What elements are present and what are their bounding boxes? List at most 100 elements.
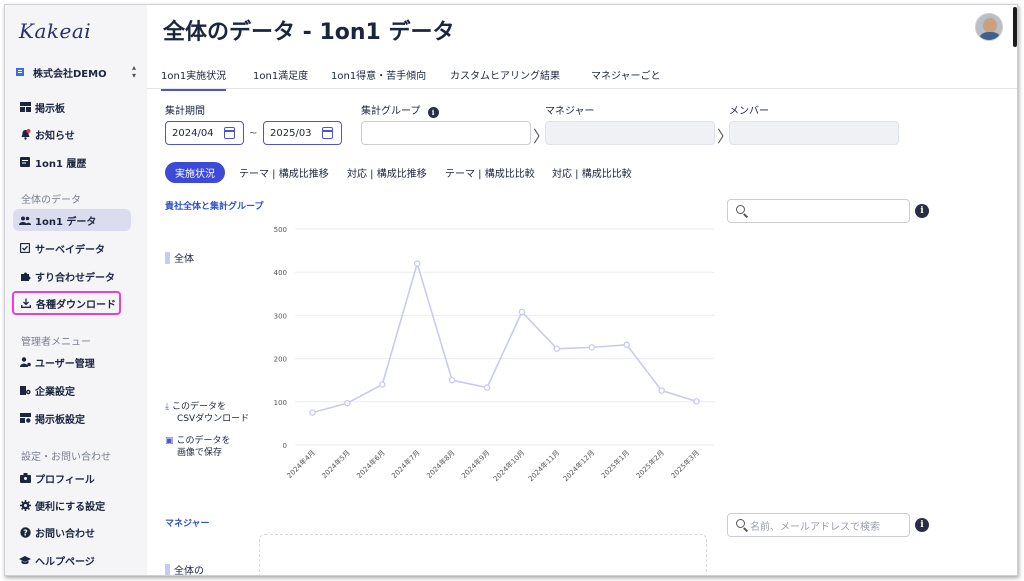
legend-label: 全体 [174,254,194,265]
tab-implementation[interactable]: 1on1実施状況 [161,67,227,91]
section-label-data: 全体のデータ [21,195,81,206]
history-icon [19,156,31,168]
member-select[interactable] [729,121,899,145]
x-tick-label: 2024年9月 [459,448,491,480]
logo: Kakeai [19,19,92,43]
sidebar-item-label: 掲示板 [35,103,65,115]
sidebar-item-label: サーベイデータ [35,244,105,256]
x-tick-label: 2025年3月 [669,448,701,480]
sidebar-item-help[interactable]: ヘルプページ [13,549,131,571]
chart-legend[interactable]: 全体 [165,250,194,265]
updown-icon: ▴ ▾ [131,63,136,80]
manager-select[interactable] [545,121,715,145]
data-point [413,260,421,267]
data-point [379,381,386,388]
sidebar-item-contact[interactable]: ? お問い合わせ [13,521,131,543]
sidebar-item-survey[interactable]: サーベイデータ [13,237,131,259]
info-icon[interactable]: i [427,107,439,118]
gear-icon [19,499,31,511]
board-icon [19,101,31,113]
chart-search-input[interactable] [727,199,910,223]
end-date-value: 2025/03 [270,127,312,139]
sidebar-item-notice[interactable]: お知らせ [13,123,131,145]
calendar-icon [322,127,333,139]
x-tick-label: 2024年5月 [320,448,352,480]
profile-icon [19,472,31,484]
page-title: 全体のデータ - 1on1 データ [163,20,455,45]
app-window: Kakeai 株式会社DEMO ▴ ▾ 掲示板 お知らせ 1on1 履歴 全体のデ… [4,4,1018,576]
period-label: 集計期間 [165,106,205,117]
info-icon[interactable]: i [915,204,929,218]
data-point [693,398,700,405]
sidebar-item-label: 各種ダウンロード [36,299,116,311]
sidebar-item-label: すり合わせデータ [35,272,115,284]
manager-search-input[interactable]: 名前、メールアドレスで検索 [727,513,910,537]
pill-theme-trend[interactable]: テーマ | 構成比推移 [239,162,329,183]
company-switcher[interactable]: 株式会社DEMO ▴ ▾ [15,64,140,80]
sidebar-item-user-manage[interactable]: ユーザー管理 [13,351,131,373]
start-date-input[interactable]: 2024/04 [165,121,244,145]
sidebar-item-label: 1on1 履歴 [35,158,87,170]
sidebar-item-label: 便利にする設定 [35,501,106,513]
sidebar-item-label: お知らせ [35,130,75,142]
pill-theme-compare[interactable]: テーマ | 構成比比較 [445,162,535,183]
tab-custom-hearing[interactable]: カスタムヒアリング結果 [450,67,560,82]
sidebar-item-board-settings[interactable]: 掲示板設定 [13,407,131,429]
sidebar-item-company-settings[interactable]: 企業設定 [13,379,131,401]
manager-label: マネジャー [545,106,595,117]
avatar[interactable] [975,13,1003,41]
board-settings-icon [19,412,31,424]
data-point [344,399,351,407]
svg-text:?: ? [23,528,28,537]
y-tick-label: 500 [274,226,287,234]
building-icon [16,68,24,76]
sidebar: Kakeai 株式会社DEMO ▴ ▾ 掲示板 お知らせ 1on1 履歴 全体のデ… [5,5,147,575]
bell-icon [19,128,31,140]
data-point [518,308,526,316]
x-tick-label: 2025年2月 [634,448,666,480]
tab-by-manager[interactable]: マネジャーごと [591,67,661,82]
sidebar-item-alignment[interactable]: すり合わせデータ [13,265,131,287]
tab-satisfaction[interactable]: 1on1満足度 [253,67,308,82]
x-tick-label: 2024年7月 [390,448,422,480]
tab-tendency[interactable]: 1on1得意・苦手傾向 [331,67,426,82]
manager-legend[interactable]: 全体の [165,562,204,575]
sidebar-item-label: ヘルプページ [35,556,95,568]
y-tick-label: 400 [274,269,287,277]
manager-chart-area [259,534,707,575]
download-icon: ⤓ [165,402,169,412]
company-name: 株式会社DEMO [33,68,107,80]
chart-title: 貴社全体と集計グループ [165,202,264,212]
sidebar-item-history[interactable]: 1on1 履歴 [13,151,131,173]
checkbox-icon [19,242,31,254]
sidebar-item-label: 掲示板設定 [35,414,85,426]
sidebar-item-label: お問い合わせ [35,528,95,540]
y-tick-label: 200 [274,356,287,364]
pill-implementation[interactable]: 実施状況 [165,162,225,183]
manager-section-title: マネジャー [165,519,210,529]
sidebar-item-preferences[interactable]: 便利にする設定 [13,494,131,516]
data-point [448,376,456,384]
line-chart: 01002003004005002024年4月 2024年5月 2024年6月 202… [274,226,714,483]
company-settings-icon [19,384,31,396]
image-save-link[interactable]: ▣ このデータを 画像で保存 [165,435,231,459]
main-content: 全体のデータ - 1on1 データ 1on1実施状況 1on1満足度 1on1得… [147,5,1017,575]
data-point [623,341,630,349]
info-icon[interactable]: i [915,518,929,532]
sidebar-item-1on1-data[interactable]: 1on1 データ [13,209,131,231]
sidebar-item-label: 1on1 データ [35,216,97,228]
pill-response-trend[interactable]: 対応 | 構成比推移 [347,162,427,183]
y-tick-label: 0 [283,442,287,450]
x-tick-label: 2024年10月 [491,448,526,483]
sidebar-item-downloads[interactable]: 各種ダウンロード [12,291,121,315]
csv-download-link[interactable]: ⤓ このデータを CSVダウンロード [165,401,249,425]
sidebar-item-profile[interactable]: プロフィール [13,467,131,489]
scrollbar[interactable] [1013,7,1017,47]
x-tick-label: 2024年4月 [285,448,317,480]
group-label: 集計グループ i [361,102,439,118]
pill-response-compare[interactable]: 対応 | 構成比比較 [552,162,632,183]
sidebar-item-board[interactable]: 掲示板 [13,96,131,118]
end-date-input[interactable]: 2025/03 [263,121,342,145]
download-icon [20,297,32,309]
group-select[interactable] [361,121,531,145]
